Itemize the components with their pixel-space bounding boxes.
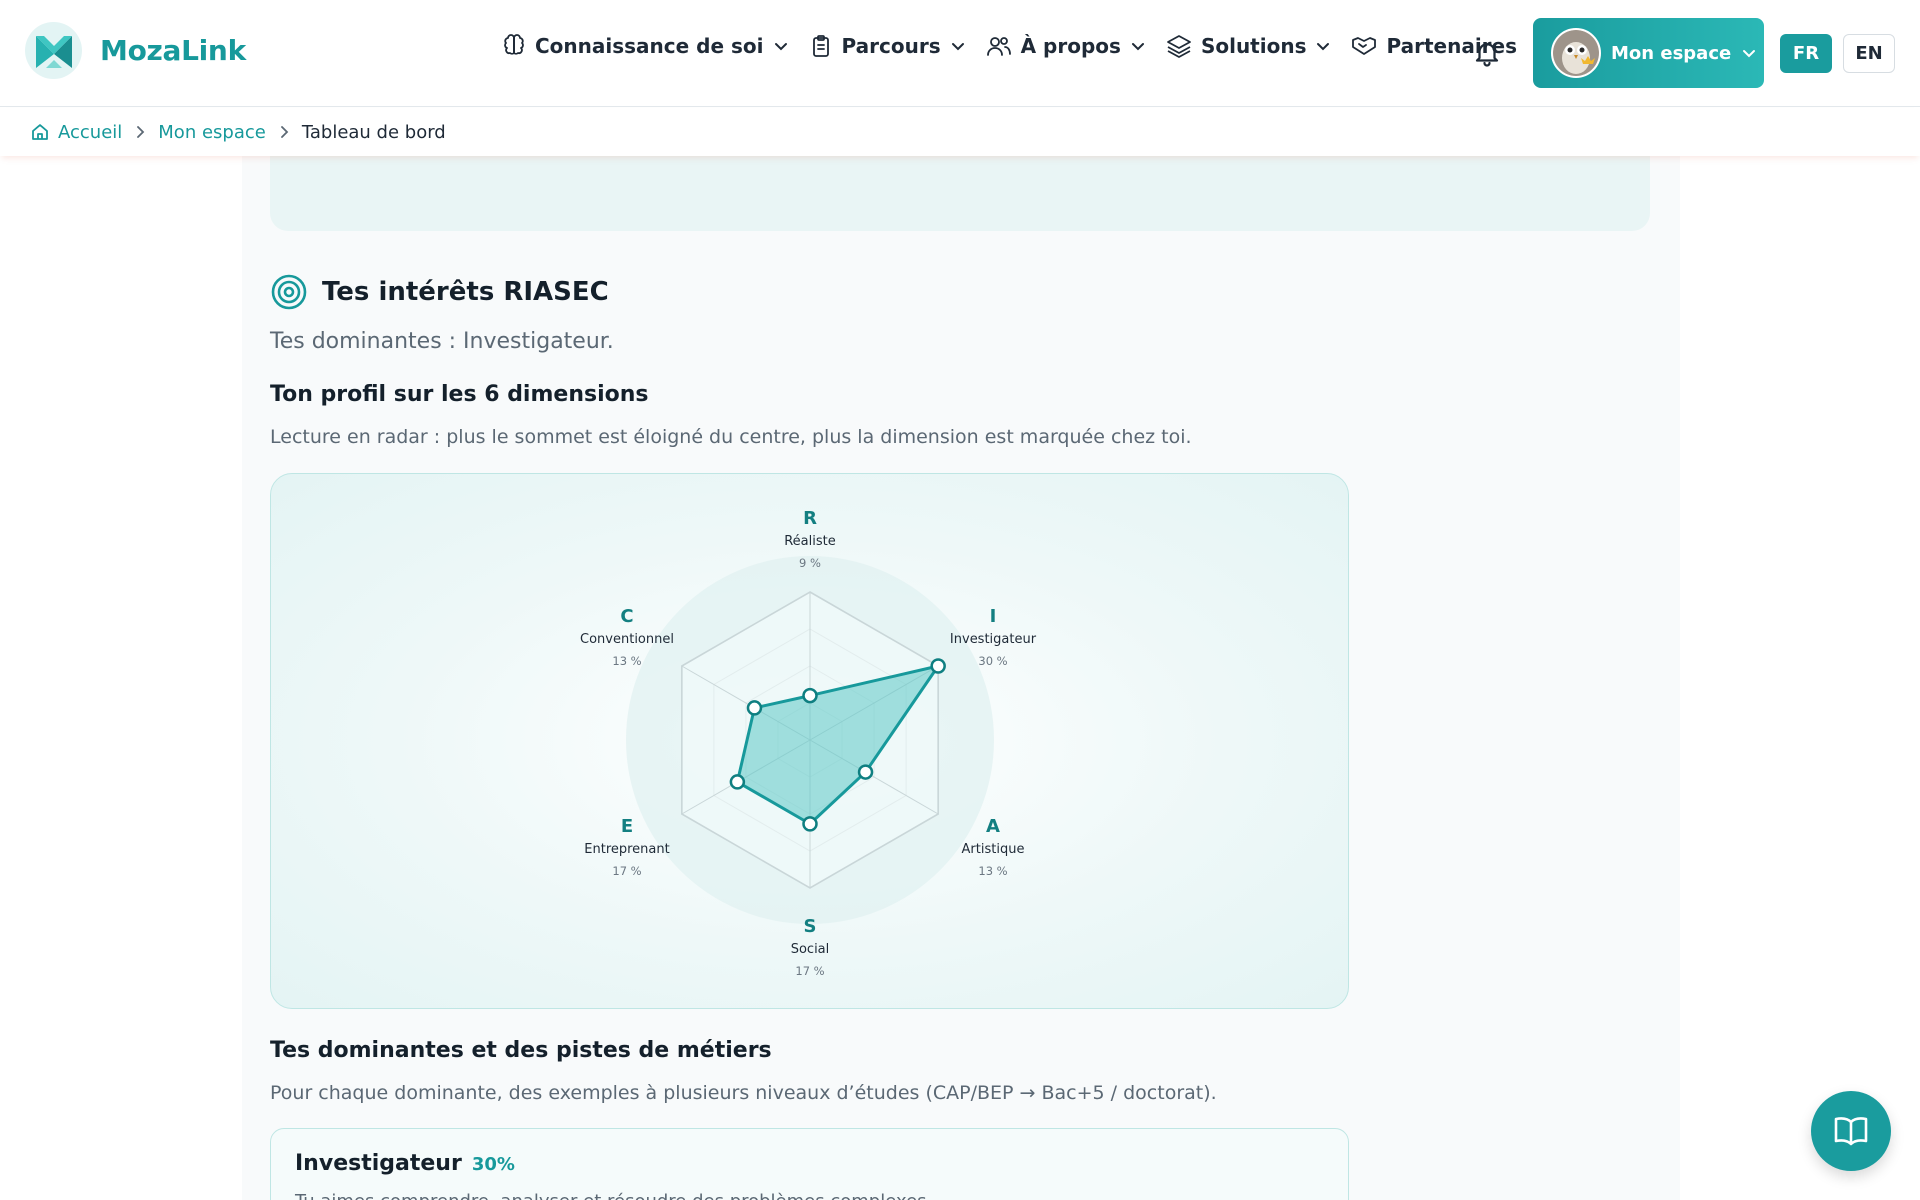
previous-section-card [270,156,1650,231]
radar-axis-value-label: 17 % [795,964,824,978]
clipboard-icon [812,35,829,57]
mozalink-logo-icon [25,22,82,79]
breadcrumb-home[interactable]: Accueil [30,122,122,143]
radar-axis-letter: I [990,606,997,627]
riasec-radar-chart: R Réaliste 9 % I Investigateur 30 % A Artistiqu… [580,508,1037,978]
chevron-right-icon [278,125,290,139]
radar-axis-name: Réaliste [784,534,836,549]
radar-axis-name: Conventionnel [580,632,674,647]
handshake-icon [1352,37,1377,55]
radar-axis-letter: A [986,816,1000,837]
radar-chart-card: R Réaliste 9 % I Investigateur 30 % A Artistiqu… [270,473,1349,1009]
breadcrumb: Accueil Mon espace Tableau de bord [0,108,1920,156]
radar-data-point [857,764,874,780]
careers-heading: Tes dominantes et des pistes de métiers [270,1038,772,1063]
users-icon [986,37,1011,56]
profile-heading: Ton profil sur les 6 dimensions [270,382,649,407]
account-menu-button[interactable]: Mon espace [1533,18,1764,88]
layers-icon [1167,35,1191,58]
account-label: Mon espace [1611,42,1732,64]
radar-axis-letter: C [620,606,633,627]
breadcrumb-mon-espace[interactable]: Mon espace [158,122,266,143]
nav-solutions[interactable]: Solutions [1166,34,1332,58]
chevron-down-icon [774,43,787,51]
open-book-icon [1834,1117,1868,1146]
radar-axis-value-label: 30 % [978,654,1007,668]
radar-data-point [930,658,946,674]
radar-data-point [746,700,763,716]
nav-connaissance-de-soi[interactable]: Connaissance de soi [502,34,789,58]
career-card-title: Investigateur 30% [295,1151,515,1176]
breadcrumb-parent-label: Mon espace [158,121,266,143]
radar-axis-name: Social [791,942,830,957]
nav-label: À propos [1020,34,1121,58]
chevron-right-icon [134,125,146,139]
dashboard-panel: Tes intérêts RIASEC Tes dominantes : Inv… [242,156,1680,1200]
radar-data-point [802,687,818,704]
nav-a-propos[interactable]: À propos [986,34,1146,58]
riasec-section-header: Tes intérêts RIASEC [270,273,609,311]
profile-description: Lecture en radar : plus le sommet est él… [270,426,1192,448]
radar-axis-name: Entreprenant [584,842,669,857]
chevron-down-icon [951,43,964,51]
radar-data-point [729,774,746,790]
radar-axis-value-label: 13 % [612,654,641,668]
nav-parcours[interactable]: Parcours [809,34,966,58]
nav-label: Solutions [1200,34,1307,58]
brain-icon [504,34,524,55]
radar-data-point [802,816,818,832]
radar-axis-letter: S [804,916,817,937]
dominant-text: Tes dominantes : Investigateur. [270,329,614,354]
chevron-down-icon [1131,43,1144,51]
notifications-bell-icon[interactable] [1472,38,1502,72]
guide-book-button[interactable] [1811,1091,1891,1171]
language-en-button[interactable]: EN [1843,34,1895,73]
top-navbar: MozaLink Connaissance de soi Parcours À … [0,0,1920,107]
radar-axis-letter: E [621,816,633,837]
chevron-down-icon [1743,50,1756,58]
radar-axis-value-label: 13 % [978,864,1007,878]
chevron-down-icon [1317,43,1330,51]
brand-name: MozaLink [100,34,246,67]
brand-logo[interactable]: MozaLink [25,22,246,79]
breadcrumb-current: Tableau de bord [301,121,446,143]
riasec-title: Tes intérêts RIASEC [322,277,609,307]
career-card-investigateur[interactable]: Investigateur 30% Tu aimes comprendre, a… [270,1128,1349,1200]
career-percent: 30% [471,1154,515,1175]
radar-axis-value-label: 9 % [799,556,821,570]
main-nav: Connaissance de soi Parcours À propos So… [502,34,1537,58]
careers-description: Pour chaque dominante, des exemples à pl… [270,1082,1217,1104]
home-icon [32,124,48,140]
language-fr-button[interactable]: FR [1780,34,1832,73]
nav-label: Connaissance de soi [535,34,764,58]
avatar [1551,28,1601,78]
career-name: Investigateur [295,1151,462,1176]
target-icon [271,274,307,310]
nav-label: Parcours [841,34,941,58]
radar-axis-letter: R [803,508,817,529]
career-description: Tu aimes comprendre, analyser et résoudr… [295,1191,932,1200]
breadcrumb-home-label: Accueil [58,121,123,143]
radar-axis-name: Artistique [962,842,1025,857]
radar-axis-name: Investigateur [950,632,1037,647]
radar-axis-value-label: 17 % [612,864,641,878]
